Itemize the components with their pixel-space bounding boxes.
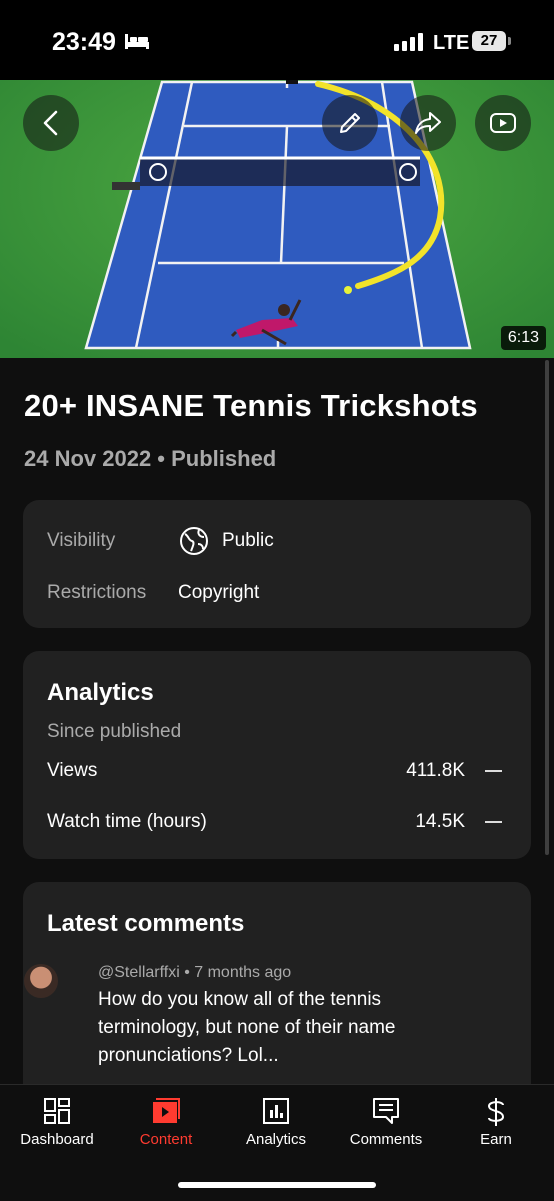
battery-indicator: 27 xyxy=(472,31,506,51)
nav-item-dashboard[interactable]: Dashboard xyxy=(2,1085,112,1165)
open-in-youtube-icon xyxy=(489,112,517,134)
visibility-label: Visibility xyxy=(47,530,116,551)
nav-label-earn: Earn xyxy=(480,1131,512,1148)
comments-icon xyxy=(373,1098,399,1124)
nav-label-analytics: Analytics xyxy=(245,1131,307,1148)
watch-time-value: 14.5K xyxy=(415,811,465,832)
battery-tip xyxy=(508,37,511,45)
trend-flat-icon xyxy=(485,770,502,772)
nav-item-comments[interactable]: Comments xyxy=(331,1085,441,1165)
status-bar: 23:49 LTE 27 xyxy=(0,0,554,80)
restrictions-label: Restrictions xyxy=(47,582,147,603)
video-title: 20+ INSANE Tennis Trickshots xyxy=(24,388,478,423)
bed-icon xyxy=(124,32,150,55)
dollar-icon xyxy=(487,1098,505,1126)
analytics-card[interactable]: Analytics Since published Views 411.8K W… xyxy=(23,651,531,859)
tennis-court-image xyxy=(0,48,554,358)
video-duration: 6:13 xyxy=(500,326,546,350)
comment-meta: @Stellarffxi • 7 months ago xyxy=(98,964,292,981)
video-subtitle: 24 Nov 2022 • Published xyxy=(24,446,277,471)
comment-text[interactable]: How do you know all of the tennis termin… xyxy=(98,986,458,1070)
nav-label-content: Content xyxy=(139,1131,193,1148)
scrollbar[interactable] xyxy=(545,360,549,855)
analytics-icon xyxy=(263,1098,289,1124)
nav-item-content[interactable]: Content xyxy=(111,1085,221,1165)
nav-label-dashboard: Dashboard xyxy=(20,1131,94,1148)
nav-item-earn[interactable]: Earn xyxy=(441,1085,551,1165)
signal-bars-icon xyxy=(394,33,426,56)
trend-flat-icon xyxy=(485,821,502,823)
home-indicator[interactable] xyxy=(178,1182,376,1188)
restrictions-value: Copyright xyxy=(178,582,260,603)
network-label: LTE xyxy=(433,32,470,54)
edit-button[interactable] xyxy=(322,95,378,151)
video-thumbnail[interactable]: 6:13 xyxy=(0,48,554,358)
since-published-label: Since published xyxy=(47,721,182,742)
content-icon xyxy=(153,1098,180,1123)
views-value: 411.8K xyxy=(406,760,465,781)
views-label: Views xyxy=(47,760,98,781)
share-button[interactable] xyxy=(400,95,456,151)
watch-time-label: Watch time (hours) xyxy=(47,811,207,832)
edit-icon xyxy=(337,110,363,136)
open-in-youtube-button[interactable] xyxy=(475,95,531,151)
dashboard-icon xyxy=(44,1098,70,1124)
globe-icon xyxy=(179,526,209,561)
analytics-heading: Analytics xyxy=(47,679,154,706)
back-icon xyxy=(40,110,62,136)
nav-item-analytics[interactable]: Analytics xyxy=(221,1085,331,1165)
comments-heading: Latest comments xyxy=(47,910,245,937)
visibility-card[interactable]: Visibility Public Restrictions Copyright xyxy=(23,500,531,628)
share-icon xyxy=(414,111,442,135)
status-time: 23:49 xyxy=(52,28,116,56)
avatar xyxy=(24,964,58,998)
visibility-value: Public xyxy=(222,530,274,551)
nav-label-comments: Comments xyxy=(349,1131,423,1148)
back-button[interactable] xyxy=(23,95,79,151)
